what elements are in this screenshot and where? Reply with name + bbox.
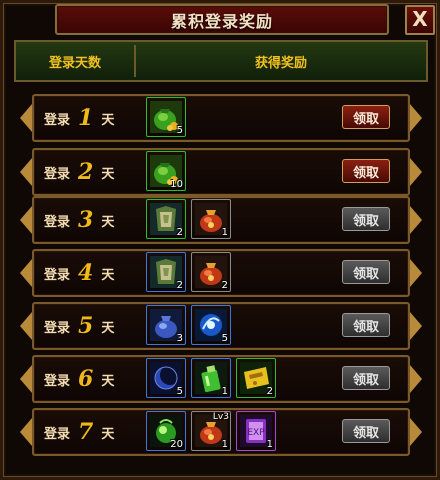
reward-item-slot[interactable]: EXP 1 [236,411,276,451]
login-prefix: 登录 [44,166,71,182]
item-quantity: 3 [176,333,183,344]
login-prefix: 登录 [44,426,71,442]
row-left-ornament [20,312,32,340]
day-number: 3 [78,207,94,233]
header-login-days: 登录天数 [48,55,101,71]
day-number: 1 [78,105,94,131]
row-left-ornament [20,418,32,446]
title-bar: 累积登录奖励 [55,4,389,35]
reward-item-slot[interactable]: 2 [146,252,186,292]
item-quantity: 5 [176,386,183,397]
reward-items: 5 [146,97,186,139]
table-header: 登录天数 获得奖励 [14,40,428,82]
reward-items: 10 [146,151,186,193]
reward-item-slot[interactable]: 3 [146,305,186,345]
day-suffix: 天 [101,320,115,336]
reward-items: 5 1 2 [146,358,276,400]
item-quantity: 2 [176,227,183,238]
day-suffix: 天 [101,267,115,283]
reward-item-slot[interactable]: 2 [191,252,231,292]
login-day-label: 登录 2 天 [44,150,114,194]
claim-button[interactable]: 领取 [342,366,390,390]
login-day-label: 登录 1 天 [44,96,114,140]
login-prefix: 登录 [44,373,71,389]
item-quantity: 2 [221,280,228,291]
item-quantity: 5 [221,333,228,344]
reward-items: 35 [146,305,231,347]
day-number: 7 [78,419,94,445]
row-left-ornament [20,206,32,234]
reward-row-day-2: 登录 2 天 10 领取 [20,148,422,196]
login-day-label: 登录 7 天 [44,410,114,454]
close-button[interactable]: X [405,5,435,35]
item-level: Lv3 [212,412,229,422]
claim-button[interactable]: 领取 [342,105,390,129]
reward-item-slot[interactable]: 5 [146,97,186,137]
reward-items: 20 Lv3 1 EXP 1 [146,411,276,453]
login-prefix: 登录 [44,267,71,283]
reward-item-slot[interactable]: 10 [146,151,186,191]
login-prefix: 登录 [44,214,71,230]
row-right-ornament [410,206,422,234]
claim-button[interactable]: 领取 [342,207,390,231]
row-left-ornament [20,158,32,186]
reward-item-slot[interactable]: 2 [146,199,186,239]
day-suffix: 天 [101,214,115,230]
row-right-ornament [410,312,422,340]
panel-title: 累积登录奖励 [170,11,273,31]
login-prefix: 登录 [44,320,71,336]
reward-item-slot[interactable]: 5 [146,358,186,398]
item-quantity: 20 [170,439,183,450]
item-quantity: 1 [221,227,228,238]
day-number: 6 [78,366,94,392]
reward-row-day-5: 登录 5 天 3 5 领取 [20,302,422,350]
item-quantity: 5 [176,125,183,136]
day-number: 5 [78,313,94,339]
claim-button[interactable]: 领取 [342,419,390,443]
reward-row-day-6: 登录 6 天 5 1 2 领取 [20,355,422,403]
row-right-ornament [410,104,422,132]
reward-row-day-3: 登录 3 天 2 1 领取 [20,196,422,244]
reward-item-slot[interactable]: 2 [236,358,276,398]
row-right-ornament [410,259,422,287]
reward-row-day-7: 登录 7 天 20 Lv3 1 EXP 1 领取 [20,408,422,456]
login-day-label: 登录 5 天 [44,304,114,348]
row-right-ornament [410,365,422,393]
reward-items: 21 [146,199,231,241]
svg-text:EXP: EXP [247,428,265,438]
day-suffix: 天 [101,373,115,389]
reward-item-slot[interactable]: 1 [191,199,231,239]
item-quantity: 1 [266,439,273,450]
day-suffix: 天 [101,112,115,128]
header-rewards: 获得奖励 [254,55,307,71]
row-right-ornament [410,418,422,446]
reward-item-slot[interactable]: 5 [191,305,231,345]
login-day-label: 登录 4 天 [44,251,114,295]
reward-item-slot[interactable]: 20 [146,411,186,451]
claim-button[interactable]: 领取 [342,159,390,183]
reward-item-slot[interactable]: Lv3 1 [191,411,231,451]
day-number: 2 [78,159,94,185]
login-day-label: 登录 6 天 [44,357,114,401]
day-suffix: 天 [101,166,115,182]
item-quantity: 1 [221,386,228,397]
row-left-ornament [20,259,32,287]
reward-row-day-1: 登录 1 天 5 领取 [20,94,422,142]
claim-button[interactable]: 领取 [342,313,390,337]
login-prefix: 登录 [44,112,71,128]
reward-row-day-4: 登录 4 天 2 2 领取 [20,249,422,297]
reward-items: 22 [146,252,231,294]
row-left-ornament [20,104,32,132]
row-left-ornament [20,365,32,393]
item-quantity: 2 [266,386,273,397]
claim-button[interactable]: 领取 [342,260,390,284]
day-suffix: 天 [101,426,115,442]
item-quantity: 10 [170,179,183,190]
item-quantity: 1 [221,439,228,450]
row-right-ornament [410,158,422,186]
day-number: 4 [78,260,94,286]
item-quantity: 2 [176,280,183,291]
reward-item-slot[interactable]: 1 [191,358,231,398]
login-day-label: 登录 3 天 [44,198,114,242]
